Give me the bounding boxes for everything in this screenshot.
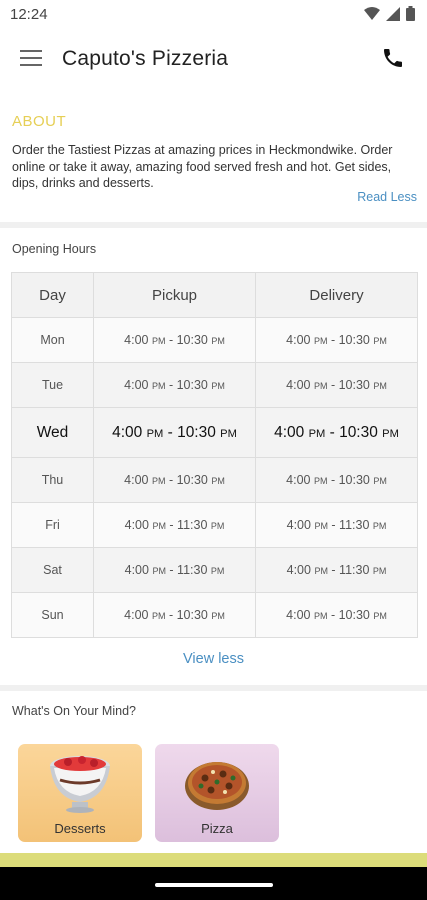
status-icons xyxy=(364,6,415,21)
day-cell: Sun xyxy=(11,592,94,638)
day-cell: Thu xyxy=(11,457,94,503)
category-label: Desserts xyxy=(54,821,106,836)
pickup-hours-cell: 4:00 PM - 10:30 PM xyxy=(93,592,256,638)
page-title: Caputo's Pizzeria xyxy=(62,47,229,70)
system-navigation-bar xyxy=(0,867,427,900)
read-less-link[interactable]: Read Less xyxy=(357,190,417,204)
delivery-hours-cell: 4:00 PM - 10:30 PM xyxy=(255,362,418,408)
table-header-row: Day Pickup Delivery xyxy=(11,272,418,318)
wifi-icon xyxy=(364,6,380,20)
phone-icon[interactable] xyxy=(381,46,405,70)
pickup-hours-cell: 4:00 PM - 10:30 PM xyxy=(93,317,256,363)
column-header-delivery: Delivery xyxy=(255,272,418,318)
column-header-pickup: Pickup xyxy=(93,272,256,318)
column-header-day: Day xyxy=(11,272,94,318)
pickup-hours-cell: 4:00 PM - 10:30 PM xyxy=(93,407,256,458)
battery-icon xyxy=(406,6,415,21)
delivery-hours-cell: 4:00 PM - 10:30 PM xyxy=(255,592,418,638)
pickup-hours-cell: 4:00 PM - 10:30 PM xyxy=(93,362,256,408)
delivery-hours-cell: 4:00 PM - 11:30 PM xyxy=(255,547,418,593)
day-cell: Wed xyxy=(11,407,94,458)
about-description: Order the Tastiest Pizzas at amazing pri… xyxy=(12,143,393,190)
pickup-hours-cell: 4:00 PM - 10:30 PM xyxy=(93,457,256,503)
table-row: Sat 4:00 PM - 11:30 PM 4:00 PM - 11:30 PM xyxy=(11,547,418,593)
table-row: Thu 4:00 PM - 10:30 PM 4:00 PM - 10:30 PM xyxy=(11,457,418,503)
pizza-icon xyxy=(185,762,249,810)
opening-hours-table: Day Pickup Delivery Mon 4:00 PM - 10:30 P… xyxy=(11,272,418,638)
dessert-bowl-icon xyxy=(50,756,110,813)
hamburger-menu-icon[interactable] xyxy=(20,50,42,68)
delivery-hours-cell: 4:00 PM - 10:30 PM xyxy=(255,457,418,503)
delivery-hours-cell: 4:00 PM - 10:30 PM xyxy=(255,317,418,363)
home-gesture-handle[interactable] xyxy=(155,883,273,887)
view-less-link[interactable]: View less xyxy=(0,651,427,667)
status-bar: 12:24 xyxy=(0,0,427,30)
category-label: Pizza xyxy=(201,821,233,836)
table-row: Sun 4:00 PM - 10:30 PM 4:00 PM - 10:30 PM xyxy=(11,592,418,638)
opening-hours-section: Opening Hours Day Pickup Delivery Mon 4:0… xyxy=(0,228,427,685)
status-time: 12:24 xyxy=(10,6,48,23)
table-row: Fri 4:00 PM - 11:30 PM 4:00 PM - 11:30 PM xyxy=(11,502,418,548)
app-bar: Caputo's Pizzeria xyxy=(0,30,427,90)
table-row: Mon 4:00 PM - 10:30 PM 4:00 PM - 10:30 PM xyxy=(11,317,418,363)
about-heading: ABOUT xyxy=(12,113,67,130)
pickup-hours-cell: 4:00 PM - 11:30 PM xyxy=(93,547,256,593)
delivery-hours-cell: 4:00 PM - 10:30 PM xyxy=(255,407,418,458)
table-row: Tue 4:00 PM - 10:30 PM 4:00 PM - 10:30 PM xyxy=(11,362,418,408)
category-pizza[interactable]: Pizza xyxy=(155,744,279,842)
day-cell: Mon xyxy=(11,317,94,363)
whats-on-your-mind-heading: What's On Your Mind? xyxy=(12,704,136,718)
day-cell: Tue xyxy=(11,362,94,408)
table-row: Wed 4:00 PM - 10:30 PM 4:00 PM - 10:30 PM xyxy=(11,407,418,458)
day-cell: Fri xyxy=(11,502,94,548)
delivery-hours-cell: 4:00 PM - 11:30 PM xyxy=(255,502,418,548)
bottom-accent-strip xyxy=(0,853,427,867)
day-cell: Sat xyxy=(11,547,94,593)
pickup-hours-cell: 4:00 PM - 11:30 PM xyxy=(93,502,256,548)
about-section: ABOUT Order the Tastiest Pizzas at amazi… xyxy=(0,90,427,222)
category-desserts[interactable]: Desserts xyxy=(18,744,142,842)
whats-on-your-mind-section: What's On Your Mind? Desserts Pizza xyxy=(0,691,427,853)
signal-icon xyxy=(386,6,400,21)
opening-hours-heading: Opening Hours xyxy=(12,242,97,256)
